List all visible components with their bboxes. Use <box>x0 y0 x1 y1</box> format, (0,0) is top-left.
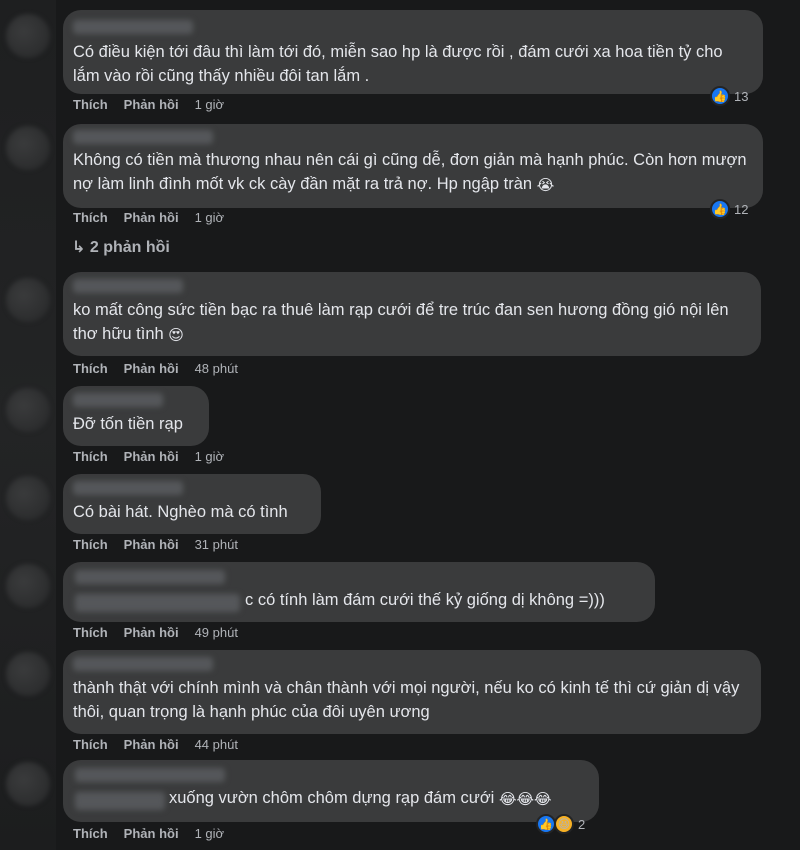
comment-item: Có bài hát. Nghèo mà có tình <box>63 474 321 534</box>
comment-bubble: thành thật với chính mình và chân thành … <box>63 650 761 734</box>
like-button[interactable]: Thích <box>73 449 108 464</box>
reply-button[interactable]: Phản hồi <box>124 625 179 640</box>
comment-bubble: Có bài hát. Nghèo mà có tình <box>63 474 321 534</box>
comment-bubble: xuống vườn chôm chôm dựng rạp đám cưới 😂… <box>63 760 599 822</box>
comment-time[interactable]: 44 phút <box>195 737 238 752</box>
comment-text: Có bài hát. Nghèo mà có tình <box>73 503 288 521</box>
reply-button[interactable]: Phản hồi <box>124 537 179 552</box>
commenter-name[interactable] <box>73 657 213 671</box>
comment-item: thành thật với chính mình và chân thành … <box>63 650 761 734</box>
avatar[interactable] <box>6 564 50 608</box>
comment-item: Đỡ tốn tiền rạp <box>63 386 209 446</box>
like-button[interactable]: Thích <box>73 737 108 752</box>
comment-actions: Thích Phản hồi 48 phút <box>73 361 254 376</box>
reply-button[interactable]: Phản hồi <box>124 737 179 752</box>
view-replies-link[interactable]: ↳ 2 phản hồi <box>72 237 170 257</box>
reply-button[interactable]: Phản hồi <box>124 210 179 225</box>
comment-time[interactable]: 31 phút <box>195 537 238 552</box>
comment-time[interactable]: 48 phút <box>195 361 238 376</box>
avatar[interactable] <box>6 14 50 58</box>
haha-icon: 😆 <box>554 814 574 834</box>
comment-item: Có điều kiện tới đâu thì làm tới đó, miễ… <box>63 10 763 94</box>
reaction-count: 2 <box>578 816 586 832</box>
avatar[interactable] <box>6 762 50 806</box>
like-icon: 👍 <box>536 814 556 834</box>
like-button[interactable]: Thích <box>73 97 108 112</box>
commenter-name[interactable] <box>73 130 213 144</box>
commenter-name[interactable] <box>73 279 183 293</box>
avatar-column <box>0 0 56 850</box>
comment-bubble: ko mất công sức tiền bạc ra thuê làm rạp… <box>63 272 761 356</box>
avatar[interactable] <box>6 126 50 170</box>
avatar[interactable] <box>6 476 50 520</box>
reaction-summary[interactable]: 👍 12 <box>710 199 748 219</box>
comment-text: xuống vườn chôm chôm dựng rạp đám cưới <box>169 789 495 807</box>
comment-time[interactable]: 1 giờ <box>195 97 225 112</box>
like-icon: 👍 <box>710 199 730 219</box>
reply-button[interactable]: Phản hồi <box>124 449 179 464</box>
reply-button[interactable]: Phản hồi <box>124 361 179 376</box>
reaction-count: 13 <box>734 88 749 104</box>
comment-text: Đỡ tốn tiền rạp <box>73 415 183 433</box>
commenter-name[interactable] <box>73 393 163 407</box>
comment-text: Không có tiền mà thương nhau nên cái gì … <box>73 151 747 193</box>
comment-bubble: c có tính làm đám cưới thế kỷ giống dị k… <box>63 562 655 622</box>
reaction-summary[interactable]: 👍 😆 2 <box>536 814 585 834</box>
reaction-count: 12 <box>734 201 749 217</box>
commenter-name[interactable] <box>73 481 183 495</box>
blurred-mention <box>75 792 165 810</box>
commenter-name[interactable] <box>73 20 193 34</box>
commenter-name[interactable] <box>75 768 225 782</box>
avatar[interactable] <box>6 652 50 696</box>
comment-text: thành thật với chính mình và chân thành … <box>73 679 740 721</box>
comment-actions: Thích Phản hồi 31 phút <box>73 537 254 552</box>
comment-text: Có điều kiện tới đâu thì làm tới đó, miễ… <box>73 43 723 85</box>
comment-bubble: Có điều kiện tới đâu thì làm tới đó, miễ… <box>63 10 763 94</box>
comment-time[interactable]: 1 giờ <box>195 826 225 841</box>
like-button[interactable]: Thích <box>73 625 108 640</box>
reply-button[interactable]: Phản hồi <box>124 826 179 841</box>
reaction-summary[interactable]: 👍 13 <box>710 86 748 106</box>
comment-actions: Thích Phản hồi 1 giờ <box>73 210 240 225</box>
laughing-emoji-icon: 😂😂😂 <box>498 791 552 808</box>
comment-time[interactable]: 1 giờ <box>195 210 225 225</box>
like-button[interactable]: Thích <box>73 537 108 552</box>
comment-actions: Thích Phản hồi 49 phút <box>73 625 254 640</box>
heart-eyes-emoji-icon: 😍 <box>168 327 184 344</box>
comment-item: Không có tiền mà thương nhau nên cái gì … <box>63 124 763 208</box>
comment-item: c có tính làm đám cưới thế kỷ giống dị k… <box>63 562 655 622</box>
comment-text: c có tính làm đám cưới thế kỷ giống dị k… <box>245 591 605 609</box>
avatar[interactable] <box>6 388 50 432</box>
comment-bubble: Không có tiền mà thương nhau nên cái gì … <box>63 124 763 208</box>
comment-bubble: Đỡ tốn tiền rạp <box>63 386 209 446</box>
reply-button[interactable]: Phản hồi <box>124 97 179 112</box>
comment-item: xuống vườn chôm chôm dựng rạp đám cưới 😂… <box>63 760 599 822</box>
weary-emoji-icon: 😭 <box>536 177 555 194</box>
comment-actions: Thích Phản hồi 1 giờ <box>73 826 240 841</box>
avatar[interactable] <box>6 278 50 322</box>
comment-actions: Thích Phản hồi 1 giờ <box>73 449 240 464</box>
like-button[interactable]: Thích <box>73 826 108 841</box>
comment-time[interactable]: 49 phút <box>195 625 238 640</box>
comment-actions: Thích Phản hồi 44 phút <box>73 737 254 752</box>
like-icon: 👍 <box>710 86 730 106</box>
comment-item: ko mất công sức tiền bạc ra thuê làm rạp… <box>63 272 761 356</box>
commenter-name[interactable] <box>75 570 225 584</box>
comment-actions: Thích Phản hồi 1 giờ <box>73 97 240 112</box>
comment-time[interactable]: 1 giờ <box>195 449 225 464</box>
like-button[interactable]: Thích <box>73 361 108 376</box>
blurred-mention <box>75 594 240 612</box>
like-button[interactable]: Thích <box>73 210 108 225</box>
